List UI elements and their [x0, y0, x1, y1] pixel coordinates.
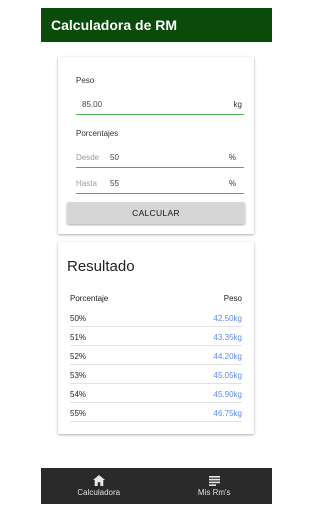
- bottom-navigation: Calculadora Mis Rm's: [41, 468, 272, 504]
- desde-value: 50: [110, 153, 119, 162]
- nav-mis-rms[interactable]: Mis Rm's: [157, 468, 273, 504]
- row-percent: 54%: [70, 390, 87, 399]
- result-row: 50% 42.50kg: [70, 308, 242, 327]
- row-weight: 43.35kg: [213, 333, 242, 342]
- row-weight: 42.50kg: [213, 314, 242, 323]
- main-content: Peso 85.00 kg Porcentajes Desde 50 % Has…: [41, 42, 272, 468]
- app-title: Calculadora de RM: [51, 17, 178, 33]
- row-percent: 52%: [70, 352, 87, 361]
- result-row: 55% 46.75kg: [70, 403, 242, 422]
- peso-field[interactable]: 85.00 kg: [76, 97, 244, 115]
- row-percent: 55%: [70, 409, 87, 418]
- result-row: 54% 45.90kg: [70, 384, 242, 403]
- nav-mis-rms-label: Mis Rm's: [197, 487, 231, 497]
- peso-unit: kg: [233, 100, 242, 109]
- hasta-unit: %: [228, 179, 236, 188]
- row-weight: 44.20kg: [213, 352, 242, 361]
- result-title: Resultado: [67, 258, 135, 275]
- nav-calculadora-label: Calculadora: [77, 488, 121, 497]
- result-row: 53% 45.05kg: [70, 365, 242, 384]
- input-card: Peso 85.00 kg Porcentajes Desde 50 % Has…: [58, 57, 254, 234]
- porcentajes-label: Porcentajes: [76, 129, 119, 138]
- peso-value: 85.00: [82, 100, 103, 109]
- result-row: 52% 44.20kg: [70, 346, 242, 365]
- hasta-value: 55: [110, 179, 119, 188]
- row-weight: 45.05kg: [213, 371, 242, 380]
- app-bar: Calculadora de RM: [41, 8, 272, 42]
- result-card: Resultado Porcentaje Peso 50% 42.50kg 51…: [58, 242, 254, 434]
- hasta-field[interactable]: Hasta 55 %: [76, 176, 244, 194]
- desde-unit: %: [228, 153, 236, 162]
- desde-placeholder: Desde: [76, 153, 100, 162]
- calcular-button[interactable]: CALCULAR: [67, 202, 245, 224]
- phone-screen: Calculadora de RM Peso 85.00 kg Porcenta…: [41, 8, 272, 504]
- home-icon: [92, 475, 105, 486]
- header-peso: Peso: [223, 294, 242, 303]
- result-table-header: Porcentaje Peso: [70, 294, 242, 306]
- row-percent: 53%: [70, 371, 87, 380]
- result-row: 51% 43.35kg: [70, 327, 242, 346]
- nav-calculadora[interactable]: Calculadora: [41, 468, 157, 504]
- row-percent: 51%: [70, 333, 87, 342]
- result-rows: 50% 42.50kg 51% 43.35kg 52% 44.20kg 53% …: [70, 308, 242, 422]
- row-weight: 45.90kg: [213, 390, 242, 399]
- desde-field[interactable]: Desde 50 %: [76, 150, 244, 168]
- peso-label: Peso: [76, 76, 95, 85]
- row-weight: 46.75kg: [213, 409, 242, 418]
- header-porcentaje: Porcentaje: [70, 294, 109, 303]
- row-percent: 50%: [70, 314, 87, 323]
- list-icon: [208, 475, 220, 486]
- hasta-placeholder: Hasta: [76, 179, 97, 188]
